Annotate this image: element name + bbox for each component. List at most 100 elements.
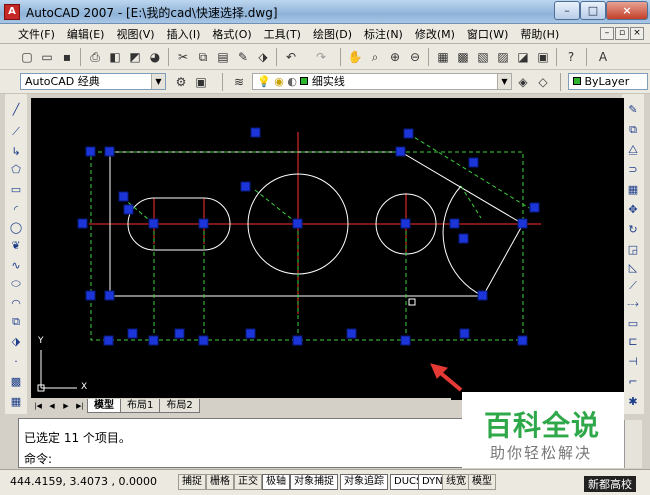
grip[interactable]	[103, 335, 114, 346]
redo-icon[interactable]: ↷	[312, 48, 330, 66]
grip[interactable]	[477, 290, 488, 301]
stretch-icon[interactable]: ◺	[625, 260, 641, 276]
print-icon[interactable]: ⎙	[86, 48, 104, 66]
extend-icon[interactable]: ⤏	[625, 296, 641, 312]
open-file-icon[interactable]: ▭	[38, 48, 56, 66]
otrack-toggle[interactable]: 对象追踪	[340, 474, 388, 490]
line-icon[interactable]: ╱	[8, 102, 24, 118]
grip[interactable]	[198, 335, 209, 346]
grip[interactable]	[148, 335, 159, 346]
grip[interactable]	[198, 218, 209, 229]
make-current-layer-icon[interactable]: ◈	[514, 73, 532, 91]
rotate-icon[interactable]: ↻	[625, 222, 641, 238]
drawing-canvas[interactable]: Y X	[31, 98, 624, 400]
tab-layout2[interactable]: 布局2	[159, 399, 200, 413]
ortho-toggle[interactable]: 正交	[234, 474, 262, 490]
trim-icon[interactable]: ⟋	[625, 278, 641, 294]
grip[interactable]	[174, 328, 185, 339]
grip[interactable]	[85, 290, 96, 301]
grip[interactable]	[292, 335, 303, 346]
menu-help[interactable]: 帮助(H)	[514, 26, 565, 42]
markup-icon[interactable]: ◪	[514, 48, 532, 66]
properties-icon[interactable]: ▦	[434, 48, 452, 66]
layer-manager-icon[interactable]: ≋	[230, 73, 248, 91]
mirror-icon[interactable]: ⧋	[625, 142, 641, 158]
grip[interactable]	[240, 181, 251, 192]
osnap-toggle[interactable]: 对象捕捉	[290, 474, 338, 490]
menu-modify[interactable]: 修改(M)	[409, 26, 461, 42]
print-preview-icon[interactable]: ◧	[106, 48, 124, 66]
color-select[interactable]: ByLayer	[568, 73, 648, 90]
plot-icon[interactable]: ◕	[146, 48, 164, 66]
sheet-set-icon[interactable]: ▨	[494, 48, 512, 66]
maximize-button[interactable]: □	[580, 1, 606, 20]
gradient-icon[interactable]: ▦	[8, 394, 24, 410]
new-file-icon[interactable]: ▢	[18, 48, 36, 66]
publish-icon[interactable]: ◩	[126, 48, 144, 66]
doc-minimize-button[interactable]: –	[600, 27, 614, 40]
tab-layout1[interactable]: 布局1	[120, 399, 161, 413]
save-icon[interactable]: ▪	[58, 48, 76, 66]
grip[interactable]	[395, 146, 406, 157]
copy-icon[interactable]: ⧉	[194, 48, 212, 66]
grip[interactable]	[85, 146, 96, 157]
command-prompt[interactable]: 命令:	[24, 450, 52, 467]
menu-window[interactable]: 窗口(W)	[461, 26, 514, 42]
grip[interactable]	[250, 127, 261, 138]
menu-edit[interactable]: 编辑(E)	[61, 26, 111, 42]
calculator-icon[interactable]: ▣	[534, 48, 552, 66]
insert-block-icon[interactable]: ⧉	[8, 314, 24, 330]
grip[interactable]	[400, 335, 411, 346]
zoom-realtime-icon[interactable]: ⌕	[366, 48, 384, 66]
doc-close-button[interactable]: ×	[630, 27, 644, 40]
pan-icon[interactable]: ✋	[346, 48, 364, 66]
command-window[interactable]: 已选定 11 个项目。 命令:	[18, 418, 466, 468]
grip[interactable]	[400, 218, 411, 229]
scale-icon[interactable]: ◲	[625, 242, 641, 258]
ellipse-icon[interactable]: ⬭	[8, 276, 24, 292]
grip[interactable]	[104, 146, 115, 157]
polar-toggle[interactable]: 极轴	[262, 474, 290, 490]
help-icon[interactable]: ?	[562, 48, 580, 66]
copy-object-icon[interactable]: ⧉	[625, 122, 641, 138]
ellipse-arc-icon[interactable]: ◠	[8, 296, 24, 312]
undo-icon[interactable]: ↶	[282, 48, 300, 66]
grip[interactable]	[458, 233, 469, 244]
grip[interactable]	[148, 218, 159, 229]
tab-model[interactable]: 模型	[87, 399, 121, 413]
construction-line-icon[interactable]: ⟋	[8, 124, 24, 140]
menu-file[interactable]: 文件(F)	[12, 26, 61, 42]
workspace-settings-icon[interactable]: ⚙	[172, 73, 190, 91]
hatch-icon[interactable]: ▩	[8, 374, 24, 390]
circle-icon[interactable]: ◯	[8, 220, 24, 236]
erase-icon[interactable]: ✎	[625, 102, 641, 118]
chamfer-icon[interactable]: ⊣	[625, 354, 641, 370]
make-block-icon[interactable]: ⬗	[8, 334, 24, 350]
grip[interactable]	[292, 218, 303, 229]
grip[interactable]	[459, 328, 470, 339]
first-tab-icon[interactable]: |◀	[31, 400, 45, 413]
spline-icon[interactable]: ∿	[8, 258, 24, 274]
workspace-select[interactable]: AutoCAD 经典 ▼	[20, 73, 166, 90]
polyline-icon[interactable]: ↳	[8, 144, 24, 160]
revision-cloud-icon[interactable]: ❦	[8, 238, 24, 254]
menu-draw[interactable]: 绘图(D)	[307, 26, 358, 42]
grip[interactable]	[104, 290, 115, 301]
match-properties-icon[interactable]: ✎	[234, 48, 252, 66]
menu-insert[interactable]: 插入(I)	[161, 26, 207, 42]
design-center-icon[interactable]: ▩	[454, 48, 472, 66]
explode-icon[interactable]: ✱	[625, 394, 641, 410]
array-icon[interactable]: ▦	[625, 182, 641, 198]
model-toggle[interactable]: 模型	[468, 474, 496, 490]
paste-icon[interactable]: ▤	[214, 48, 232, 66]
grid-toggle[interactable]: 栅格	[206, 474, 234, 490]
next-tab-icon[interactable]: ▶	[59, 400, 73, 413]
grip[interactable]	[123, 204, 134, 215]
lineweight-toggle[interactable]: 线宽	[442, 474, 470, 490]
block-editor-icon[interactable]: ⬗	[254, 48, 272, 66]
move-icon[interactable]: ✥	[625, 202, 641, 218]
menu-format[interactable]: 格式(O)	[206, 26, 257, 42]
grip[interactable]	[529, 202, 540, 213]
join-icon[interactable]: ⊏	[625, 334, 641, 350]
cut-icon[interactable]: ✂	[174, 48, 192, 66]
